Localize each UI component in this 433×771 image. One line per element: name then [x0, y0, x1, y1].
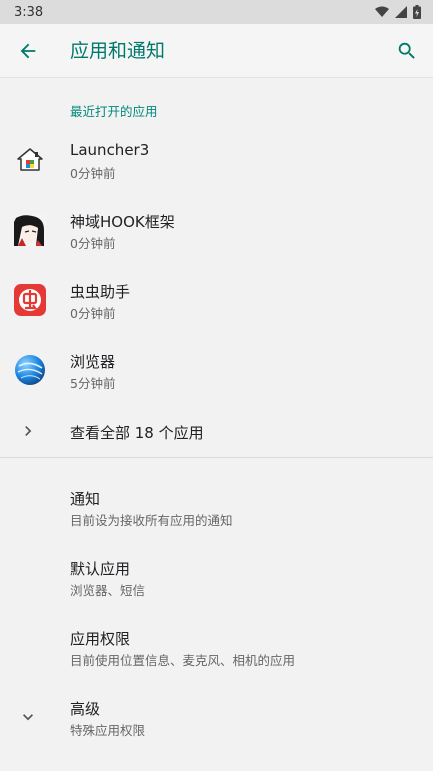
- app-last-used: 0分钟前: [70, 166, 116, 181]
- setting-title: 通知: [70, 490, 101, 508]
- setting-summary: 目前使用位置信息、麦克风、相机的应用: [70, 653, 296, 668]
- app-name: 虫虫助手: [70, 283, 131, 301]
- setting-summary: 浏览器、短信: [70, 583, 146, 598]
- app-last-used: 0分钟前: [70, 236, 116, 251]
- launcher-icon: [14, 144, 46, 176]
- recent-app-launcher3[interactable]: Launcher3 0分钟前: [0, 129, 433, 191]
- recent-apps-header: 最近打开的应用: [70, 104, 158, 119]
- arrow-back-icon: [20, 43, 36, 59]
- status-icons: [375, 5, 421, 19]
- setting-title: 默认应用: [70, 560, 131, 578]
- anime-avatar-icon: [14, 214, 46, 246]
- app-name: Launcher3: [70, 141, 150, 159]
- chevron-right-icon: [25, 426, 32, 436]
- recent-app-shenyu-hook[interactable]: 神域HOOK框架 0分钟前: [0, 199, 433, 261]
- status-time: 3:38: [14, 4, 44, 20]
- setting-summary: 目前设为接收所有应用的通知: [70, 513, 233, 528]
- app-last-used: 5分钟前: [70, 376, 116, 391]
- setting-summary: 特殊应用权限: [70, 723, 146, 738]
- recent-app-browser[interactable]: 浏览器 5分钟前: [0, 339, 433, 401]
- page-title: 应用和通知: [70, 40, 166, 62]
- notifications-setting[interactable]: 通知 目前设为接收所有应用的通知: [0, 476, 433, 538]
- chevron-down-icon: [23, 714, 33, 721]
- cellular-signal-icon: [395, 6, 407, 18]
- section-divider: [0, 457, 433, 458]
- see-all-apps-label: 查看全部 18 个应用: [70, 424, 204, 442]
- battery-charging-icon: [413, 5, 421, 19]
- app-permissions-setting[interactable]: 应用权限 目前使用位置信息、麦克风、相机的应用: [0, 616, 433, 678]
- search-icon: [398, 42, 415, 59]
- setting-title: 应用权限: [70, 630, 131, 648]
- wifi-icon: [375, 6, 389, 17]
- app-bar: 应用和通知: [0, 24, 433, 78]
- app-last-used: 0分钟前: [70, 306, 116, 321]
- default-apps-setting[interactable]: 默认应用 浏览器、短信: [0, 546, 433, 608]
- advanced-setting[interactable]: 高级 特殊应用权限: [0, 686, 433, 748]
- see-all-apps-button[interactable]: 查看全部 18 个应用: [0, 401, 433, 457]
- chongchong-icon: [14, 284, 46, 316]
- back-button[interactable]: [14, 37, 42, 65]
- app-name: 神域HOOK框架: [70, 213, 175, 231]
- app-name: 浏览器: [70, 353, 116, 371]
- status-bar: 3:38: [0, 0, 433, 24]
- recent-app-chongchong[interactable]: 虫虫助手 0分钟前: [0, 269, 433, 331]
- browser-globe-icon: [14, 354, 46, 386]
- search-button[interactable]: [393, 37, 421, 65]
- setting-title: 高级: [70, 700, 101, 718]
